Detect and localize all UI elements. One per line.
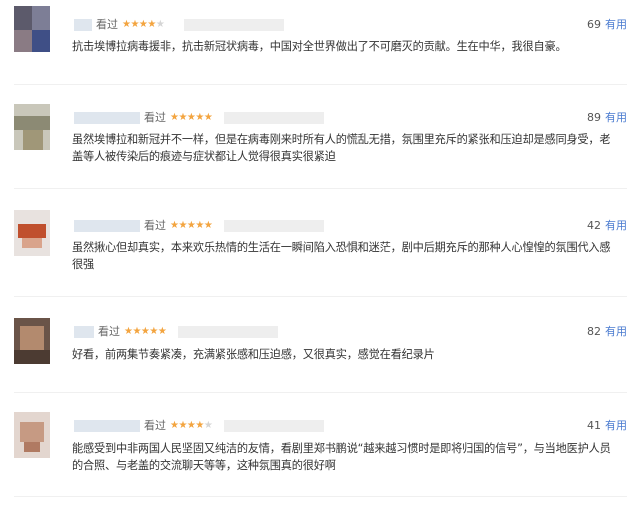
avatar[interactable]	[14, 210, 50, 256]
avatar[interactable]	[14, 6, 50, 52]
rating-stars: ★★★★★	[122, 19, 165, 30]
review-content: 能感受到中非两国人民坚固又纯洁的友情，看剧里郑书鹏说“越来越习惯时是即将归国的信…	[72, 442, 611, 472]
review-date	[224, 112, 324, 124]
useful-vote[interactable]: 89 有用	[587, 110, 627, 126]
review-date	[224, 420, 324, 432]
review-date	[184, 19, 284, 31]
useful-count: 42	[587, 219, 601, 232]
username[interactable]	[74, 220, 140, 232]
seen-label: 看过	[144, 219, 166, 232]
avatar[interactable]	[14, 104, 50, 150]
useful-button[interactable]: 有用	[605, 219, 627, 232]
useful-count: 89	[587, 111, 601, 124]
divider	[14, 296, 627, 297]
useful-count: 69	[587, 18, 601, 31]
review-content: 虽然埃博拉和新冠并不一样，但是在病毒刚来时所有人的慌乱无措，氛围里充斥的紧张和压…	[72, 133, 611, 163]
divider	[14, 392, 627, 393]
review-content: 好看，前两集节奏紧凑，充满紧张感和压迫感，又很真实，感觉在看纪录片	[72, 348, 435, 361]
useful-vote[interactable]: 42 有用	[587, 218, 627, 234]
review-content: 抗击埃博拉病毒援非，抗击新冠状病毒，中国对全世界做出了不可磨灭的贡献。生在中华，…	[72, 40, 567, 53]
divider	[14, 188, 627, 189]
useful-vote[interactable]: 69 有用	[587, 17, 627, 33]
username[interactable]	[74, 420, 140, 432]
useful-button[interactable]: 有用	[605, 419, 627, 432]
seen-label: 看过	[98, 325, 120, 338]
useful-button[interactable]: 有用	[605, 18, 627, 31]
rating-stars: ★★★★★	[124, 326, 167, 337]
rating-stars: ★★★★★	[170, 112, 213, 123]
useful-button[interactable]: 有用	[605, 111, 627, 124]
seen-label: 看过	[96, 18, 118, 31]
divider	[14, 496, 627, 497]
seen-label: 看过	[144, 111, 166, 124]
review-content: 虽然揪心但却真实，本来欢乐热情的生活在一瞬间陷入恐惧和迷茫，剧中后期充斥的那种人…	[72, 241, 611, 271]
useful-vote[interactable]: 82 有用	[587, 324, 627, 340]
seen-label: 看过	[144, 419, 166, 432]
username[interactable]	[74, 19, 92, 31]
useful-count: 41	[587, 419, 601, 432]
useful-vote[interactable]: 41 有用	[587, 418, 627, 434]
avatar[interactable]	[14, 318, 50, 364]
rating-stars: ★★★★★	[170, 220, 213, 231]
divider	[14, 84, 627, 85]
avatar[interactable]	[14, 412, 50, 458]
rating-stars: ★★★★★	[170, 420, 213, 431]
useful-count: 82	[587, 325, 601, 338]
review-date	[178, 326, 278, 338]
review-date	[224, 220, 324, 232]
username[interactable]	[74, 112, 140, 124]
useful-button[interactable]: 有用	[605, 325, 627, 338]
username[interactable]	[74, 326, 94, 338]
